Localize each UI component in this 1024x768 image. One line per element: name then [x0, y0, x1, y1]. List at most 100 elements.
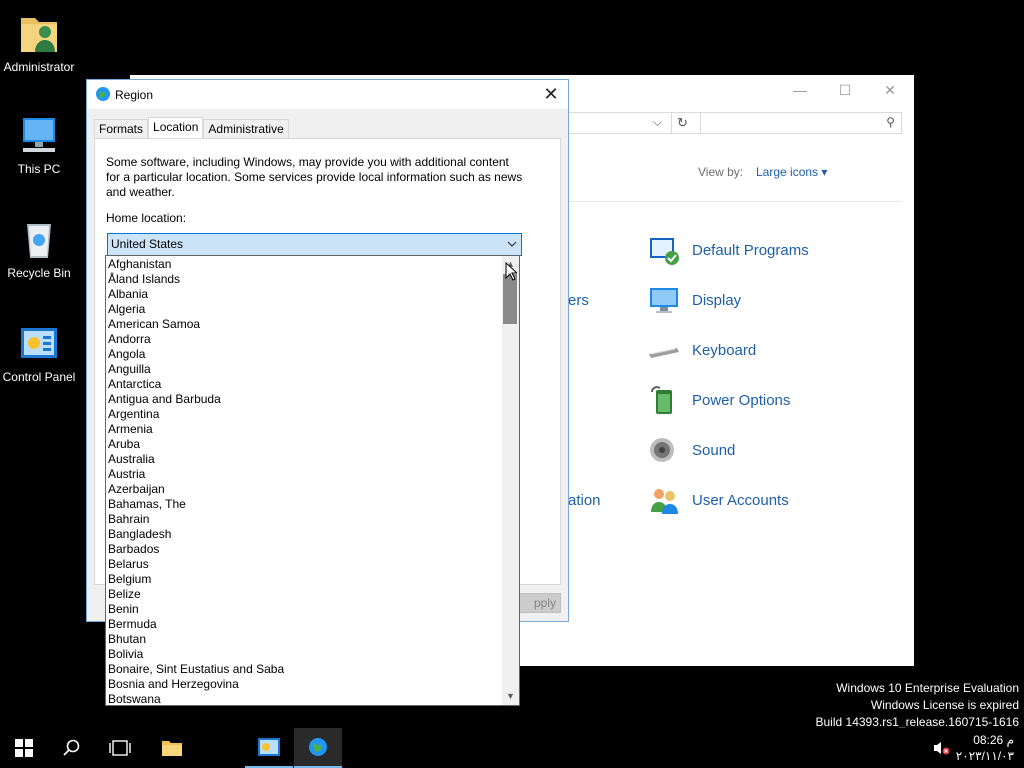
country-option[interactable]: Barbados — [106, 542, 502, 557]
search-input[interactable]: ⚲ — [700, 112, 902, 134]
country-option[interactable]: Åland Islands — [106, 272, 502, 287]
desktop-icon-label: Recycle Bin — [7, 266, 71, 280]
country-option[interactable]: Bangladesh — [106, 527, 502, 542]
country-option[interactable]: Armenia — [106, 422, 502, 437]
start-button[interactable] — [0, 728, 48, 768]
country-option[interactable]: Austria — [106, 467, 502, 482]
globe-clock-icon — [309, 738, 327, 756]
tab-formats[interactable]: Formats — [94, 119, 149, 139]
taskbar: 08:26 م ٢٠٢٣/١١/٠٣ — [0, 728, 1024, 768]
desktop-icon-control-panel[interactable]: Control Panel — [0, 322, 78, 384]
file-explorer-button[interactable] — [148, 728, 196, 768]
country-option[interactable]: Bhutan — [106, 632, 502, 647]
task-view-button[interactable] — [96, 728, 144, 768]
windows-logo-icon — [15, 739, 33, 757]
user-accounts-icon — [648, 484, 680, 516]
country-option[interactable]: Bosnia and Herzegovina — [106, 677, 502, 692]
country-option-list: Afghanistan Åland Islands Albania Algeria Am… — [106, 257, 502, 705]
control-panel-icon — [258, 738, 280, 756]
address-bar[interactable]: ⌵ ↻ — [568, 112, 718, 134]
home-location-dropdown-list[interactable]: Afghanistan Åland Islands Albania Algeria Am… — [105, 255, 520, 706]
desktop-icon-this-pc[interactable]: This PC — [0, 114, 78, 176]
search-icon: ⚲ — [886, 115, 895, 129]
view-by-dropdown[interactable]: Large icons ▾ — [756, 165, 827, 179]
location-description: Some software, including Windows, may pr… — [106, 155, 523, 199]
cp-item-display[interactable]: Display — [648, 284, 741, 316]
cp-item-power-options[interactable]: Power Options — [648, 384, 790, 416]
country-option[interactable]: Bermuda — [106, 617, 502, 632]
search-button[interactable] — [48, 728, 96, 768]
desktop-icon-label: Control Panel — [2, 370, 76, 384]
cp-item-default-programs[interactable]: Default Programs — [648, 234, 809, 266]
country-option[interactable]: Afghanistan — [106, 257, 502, 272]
tab-location[interactable]: Location — [148, 117, 204, 139]
taskbar-region[interactable] — [294, 728, 342, 768]
refresh-icon[interactable]: ↻ — [671, 113, 693, 133]
country-option[interactable]: Bonaire, Sint Eustatius and Saba — [106, 662, 502, 677]
dialog-titlebar[interactable]: Region ✕ — [87, 80, 568, 109]
cp-item-fragment[interactable]: ation — [568, 492, 601, 509]
country-option[interactable]: American Samoa — [106, 317, 502, 332]
country-option[interactable]: Argentina — [106, 407, 502, 422]
country-option[interactable]: Albania — [106, 287, 502, 302]
search-icon — [63, 739, 80, 756]
close-button[interactable]: ✕ — [540, 84, 562, 106]
view-by-label: View by: — [698, 165, 744, 179]
home-location-value: United States — [111, 237, 184, 251]
volume-muted-icon[interactable] — [932, 740, 950, 756]
country-option[interactable]: Algeria — [106, 302, 502, 317]
country-option[interactable]: Bahrain — [106, 512, 502, 527]
cp-item-user-accounts[interactable]: User Accounts — [648, 484, 789, 516]
desktop-icon-label: Administrator — [3, 60, 75, 74]
country-option[interactable]: Belgium — [106, 572, 502, 587]
globe-icon — [95, 86, 111, 102]
cp-item-sound[interactable]: Sound — [648, 434, 735, 466]
minimize-button[interactable]: — — [790, 81, 810, 99]
close-button[interactable]: ✕ — [880, 81, 900, 99]
tray-clock[interactable]: 08:26 م ٢٠٢٣/١١/٠٣ — [956, 732, 1014, 764]
power-options-icon — [648, 384, 680, 416]
home-location-combobox[interactable]: United States — [107, 233, 522, 256]
default-programs-icon — [648, 234, 680, 266]
chevron-down-icon[interactable] — [506, 234, 518, 255]
dropdown-scrollbar[interactable]: ▲ ▼ — [502, 256, 519, 705]
chevron-down-icon[interactable]: ⌵ — [653, 115, 662, 130]
cp-item-fragment[interactable]: ers — [568, 292, 589, 309]
country-option[interactable]: Botswana — [106, 692, 502, 705]
task-view-icon — [109, 740, 131, 756]
display-icon — [648, 284, 680, 316]
country-option[interactable]: Bolivia — [106, 647, 502, 662]
folder-icon — [162, 741, 182, 756]
country-option[interactable]: Belize — [106, 587, 502, 602]
home-location-label: Home location: — [106, 211, 187, 225]
country-option[interactable]: Anguilla — [106, 362, 502, 377]
maximize-button[interactable]: ☐ — [835, 81, 855, 99]
desktop-icon-label: This PC — [17, 162, 61, 176]
computer-icon — [17, 114, 61, 158]
control-panel-icon — [17, 322, 61, 366]
divider — [568, 201, 902, 202]
country-option[interactable]: Andorra — [106, 332, 502, 347]
mouse-cursor-icon — [505, 261, 519, 282]
taskbar-control-panel[interactable] — [245, 728, 293, 768]
tab-administrative[interactable]: Administrative — [203, 119, 289, 139]
desktop-icon-recycle-bin[interactable]: Recycle Bin — [0, 218, 78, 280]
dialog-tabs: Formats Location Administrative — [94, 117, 289, 139]
country-option[interactable]: Bahamas, The — [106, 497, 502, 512]
country-option[interactable]: Benin — [106, 602, 502, 617]
cp-item-keyboard[interactable]: Keyboard — [648, 334, 756, 366]
keyboard-icon — [648, 334, 680, 366]
country-option[interactable]: Angola — [106, 347, 502, 362]
country-option[interactable]: Azerbaijan — [106, 482, 502, 497]
country-option[interactable]: Aruba — [106, 437, 502, 452]
recycle-bin-icon — [17, 218, 61, 262]
country-option[interactable]: Belarus — [106, 557, 502, 572]
dialog-title: Region — [115, 88, 154, 102]
activation-watermark: Windows 10 Enterprise Evaluation Windows… — [815, 681, 1020, 729]
desktop-icon-administrator[interactable]: Administrator — [0, 12, 78, 74]
tray-date: ٢٠٢٣/١١/٠٣ — [955, 749, 1014, 763]
country-option[interactable]: Australia — [106, 452, 502, 467]
scroll-down-arrow-icon[interactable]: ▼ — [502, 688, 519, 705]
country-option[interactable]: Antigua and Barbuda — [106, 392, 502, 407]
country-option[interactable]: Antarctica — [106, 377, 502, 392]
